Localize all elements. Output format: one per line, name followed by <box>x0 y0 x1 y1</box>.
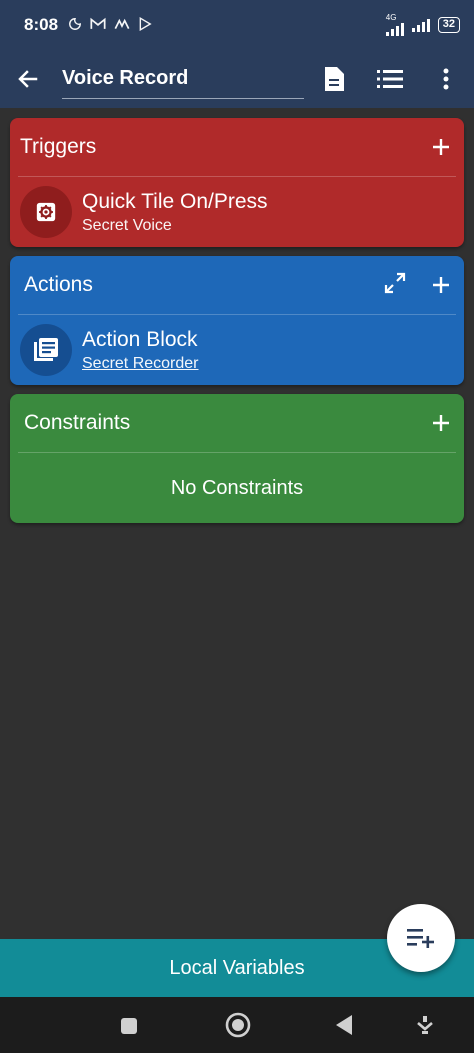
triggers-title: Triggers <box>20 135 97 158</box>
signal-icon-2 <box>411 18 430 32</box>
chevron-down-icon <box>417 1016 433 1034</box>
gear-icon <box>20 186 72 238</box>
constraints-title: Constraints <box>24 411 131 434</box>
action-item-title: Action Block <box>82 328 198 351</box>
trigger-item[interactable]: Quick Tile On/Press Secret Voice <box>10 177 464 247</box>
system-nav-bar <box>0 997 474 1053</box>
home-circle-icon <box>225 1012 251 1038</box>
app-notification-icon <box>114 17 130 33</box>
network-type-label: 4G <box>385 13 397 22</box>
battery-icon: 32 <box>437 17 460 33</box>
playlist-add-icon <box>407 929 434 948</box>
list-icon <box>377 70 403 88</box>
no-constraints-text: No Constraints <box>170 476 304 499</box>
plus-icon <box>433 415 449 431</box>
toolbar: Voice Record <box>0 50 474 108</box>
triggers-header: Triggers <box>10 118 464 176</box>
arrow-back-icon <box>18 70 38 88</box>
gmail-icon <box>90 17 106 33</box>
macro-name-field[interactable]: Voice Record <box>62 59 304 99</box>
action-item[interactable]: Action Block Secret Recorder <box>10 315 464 385</box>
plus-icon <box>433 139 449 155</box>
constraints-card: Constraints No Constraints <box>10 394 464 523</box>
document-icon <box>325 67 344 91</box>
plus-icon <box>433 277 449 293</box>
local-variables-label: Local Variables <box>169 956 305 979</box>
constraints-header: Constraints <box>10 394 464 452</box>
description-button[interactable] <box>306 50 362 108</box>
more-vert-icon <box>443 68 449 90</box>
back-button[interactable] <box>0 50 56 108</box>
list-view-button[interactable] <box>362 50 418 108</box>
trigger-item-subtitle: Secret Voice <box>82 217 172 234</box>
moon-icon <box>68 17 82 34</box>
add-constraint-button[interactable] <box>432 408 450 438</box>
add-to-list-fab[interactable] <box>387 904 455 972</box>
triggers-card: Triggers Quick Tile On/Press Secret Voic… <box>10 118 464 247</box>
add-action-button[interactable] <box>432 270 450 300</box>
trigger-item-title: Quick Tile On/Press <box>82 190 268 213</box>
triangle-back-icon <box>336 1015 352 1035</box>
status-bar: 8:08 4G 32 <box>0 0 474 50</box>
more-options-button[interactable] <box>418 50 474 108</box>
signal-icon <box>385 22 404 36</box>
status-time: 8:08 <box>24 15 59 34</box>
action-block-icon <box>20 324 72 376</box>
action-item-subtitle-link[interactable]: Secret Recorder <box>82 355 199 373</box>
assistant-button[interactable] <box>412 1011 438 1039</box>
home-button[interactable] <box>222 1009 254 1041</box>
actions-card: Actions Action Block Secret Recorder <box>10 256 464 385</box>
expand-actions-button[interactable] <box>384 272 406 299</box>
back-nav-button[interactable] <box>330 1011 358 1039</box>
page-title: Voice Record <box>62 67 189 89</box>
recents-button[interactable] <box>116 1013 142 1039</box>
actions-title: Actions <box>24 273 93 296</box>
actions-header: Actions <box>10 256 464 314</box>
play-store-icon <box>138 16 152 34</box>
add-trigger-button[interactable] <box>432 132 450 162</box>
expand-icon <box>384 272 406 293</box>
square-icon <box>121 1018 137 1034</box>
